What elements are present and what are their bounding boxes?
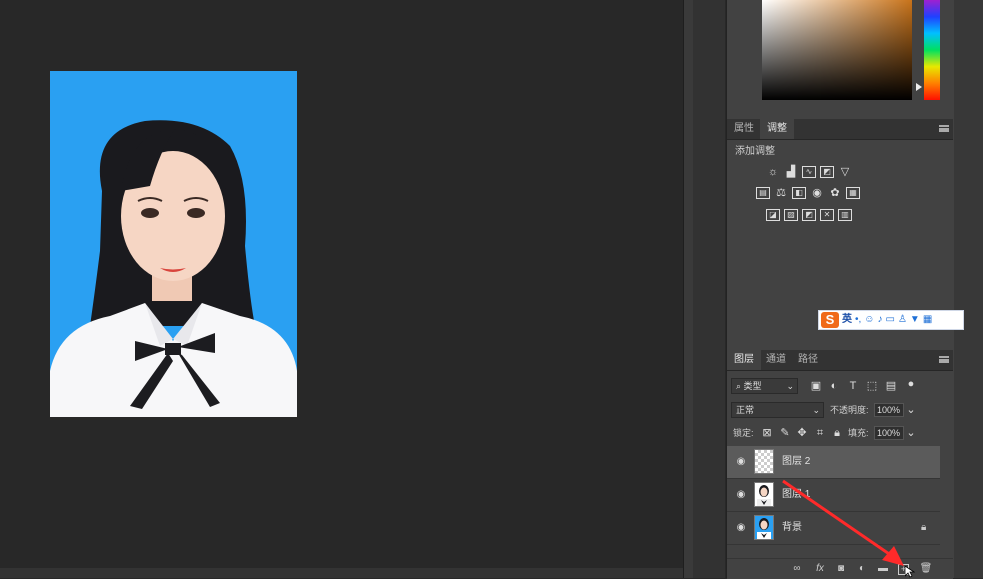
chevron-down-icon: ⌄ — [786, 381, 794, 391]
lock-paint-icon[interactable]: ✎ — [778, 426, 792, 440]
keyboard-icon[interactable]: ▭ — [886, 312, 895, 328]
color-picker-field[interactable] — [762, 0, 912, 100]
opacity-input[interactable]: 100% — [874, 403, 904, 417]
hue-marker-icon[interactable] — [916, 83, 922, 91]
punctuation-icon[interactable]: •, — [855, 312, 861, 328]
add-adjustment-label: 添加调整 — [735, 146, 775, 157]
new-group-folder-icon[interactable]: ▬ — [876, 562, 890, 576]
search-icon: ⌕ — [736, 381, 744, 391]
lock-label: 锁定: — [733, 428, 754, 438]
type-filter-icon[interactable]: T — [846, 379, 860, 393]
photo-filter-icon[interactable]: ◉ — [810, 187, 824, 199]
adjustment-row-3: ◪ ▨ ◩ ✕ ▥ — [766, 209, 852, 221]
blend-mode-value: 正常 — [736, 405, 755, 415]
mouse-pointer-icon — [905, 566, 915, 578]
posterize-icon[interactable]: ▨ — [784, 209, 798, 221]
layer-row[interactable]: ◉ 图层 1 — [727, 479, 940, 512]
curves-icon[interactable]: ∿ — [802, 166, 816, 178]
blend-mode-select[interactable]: 正常 ⌄ — [731, 402, 824, 418]
tab-layers[interactable]: 图层 — [727, 350, 761, 370]
adjustment-row-2: ▤ ⚖ ◧ ◉ ✿ ▦ — [756, 187, 860, 199]
brightness-contrast-icon[interactable]: ☼ — [766, 166, 780, 178]
fill-label: 填充: — [848, 428, 869, 438]
pixel-filter-icon[interactable]: ▣ — [809, 379, 823, 393]
color-lookup-icon[interactable]: ▦ — [846, 187, 860, 199]
lock-all-icon[interactable]: 🔒︎ — [830, 426, 844, 440]
fill-input[interactable]: 100% — [874, 426, 904, 440]
layer-thumbnail — [754, 449, 774, 474]
ime-logo[interactable]: S — [821, 312, 839, 328]
id-photo-image — [50, 71, 297, 417]
fill-chevron-icon[interactable]: ⌄ — [904, 426, 918, 440]
lock-artboard-icon[interactable]: ⌗ — [813, 426, 827, 440]
visibility-eye-icon[interactable]: ◉ — [735, 489, 747, 501]
selective-color-icon[interactable]: ✕ — [820, 209, 834, 221]
adjustment-filter-icon[interactable]: ◐ — [827, 379, 841, 393]
layer-row[interactable]: ◉ 图层 2 — [727, 446, 940, 479]
color-balance-icon[interactable]: ⚖ — [774, 187, 788, 199]
opacity-chevron-icon[interactable]: ⌄ — [904, 403, 918, 417]
microphone-icon[interactable]: ♪ — [878, 312, 883, 328]
layer-name[interactable]: 图层 1 — [782, 488, 810, 502]
adjustments-tab-row: 属性 调整 — [727, 119, 953, 140]
hue-saturation-icon[interactable]: ▤ — [756, 187, 770, 199]
adjustment-row-1: ☼ ▟ ∿ ◩ ▽ — [766, 166, 852, 178]
ime-language-toggle[interactable]: 英 — [842, 312, 852, 328]
horizontal-scrollbar[interactable] — [0, 568, 683, 578]
threshold-icon[interactable]: ◩ — [802, 209, 816, 221]
skin-icon[interactable]: ▼ — [910, 312, 920, 328]
tab-adjustments[interactable]: 调整 — [760, 119, 794, 139]
layer-thumbnail — [754, 515, 774, 540]
black-white-icon[interactable]: ◧ — [792, 187, 806, 199]
layer-row[interactable]: ◉ 背景 🔒︎ — [727, 512, 940, 545]
user-icon[interactable]: ♙ — [898, 312, 907, 328]
layer-name[interactable]: 背景 — [782, 521, 802, 535]
lock-move-icon[interactable]: ✥ — [795, 426, 809, 440]
invert-icon[interactable]: ◪ — [766, 209, 780, 221]
visibility-eye-icon[interactable]: ◉ — [735, 522, 747, 534]
tab-properties[interactable]: 属性 — [727, 119, 761, 139]
filter-kind-value: 类型 — [743, 381, 762, 391]
levels-icon[interactable]: ▟ — [784, 166, 798, 178]
layer-filter-select[interactable]: ⌕ 类型 ⌄ — [731, 378, 798, 394]
opacity-label: 不透明度: — [830, 405, 869, 415]
right-dock-strip — [954, 0, 983, 578]
hue-slider[interactable] — [924, 0, 940, 100]
shape-filter-icon[interactable]: ⬚ — [865, 379, 879, 393]
tab-paths[interactable]: 路径 — [791, 350, 825, 370]
layer-thumbnail — [754, 482, 774, 507]
layers-menu-icon[interactable] — [939, 356, 949, 363]
layers-bottom-bar: ∞ fx ◙ ◐ ▬ + 🗑︎ — [727, 558, 953, 579]
exposure-icon[interactable]: ◩ — [820, 166, 834, 178]
panel-menu-icon[interactable] — [939, 125, 949, 132]
lock-transparent-icon[interactable]: ⊠ — [760, 426, 774, 440]
collapsed-dock-strip — [693, 0, 725, 578]
channel-mixer-icon[interactable]: ✿ — [828, 187, 842, 199]
emoji-icon[interactable]: ☺ — [864, 312, 874, 328]
visibility-eye-icon[interactable]: ◉ — [735, 456, 747, 468]
layer-style-fx-icon[interactable]: fx — [813, 562, 827, 576]
layer-name[interactable]: 图层 2 — [782, 455, 810, 469]
vibrance-triangle-icon[interactable]: ▽ — [838, 166, 852, 178]
lock-icon: 🔒︎ — [921, 522, 927, 533]
chevron-down-icon: ⌄ — [812, 405, 820, 415]
toolbox-icon[interactable]: ▦ — [923, 312, 932, 328]
filter-toggle-icon[interactable]: ● — [904, 377, 918, 391]
ime-toolbar[interactable]: S 英 •, ☺ ♪ ▭ ♙ ▼ ▦ — [818, 310, 964, 330]
add-mask-icon[interactable]: ◙ — [834, 562, 848, 576]
tab-channels[interactable]: 通道 — [759, 350, 793, 370]
layers-tab-row: 图层 通道 路径 — [727, 350, 953, 371]
smart-object-filter-icon[interactable]: ▤ — [884, 379, 898, 393]
portrait-illustration — [50, 71, 297, 417]
delete-layer-trash-icon[interactable]: 🗑︎ — [919, 562, 933, 576]
link-layers-icon[interactable]: ∞ — [790, 562, 804, 576]
gradient-map-icon[interactable]: ▥ — [838, 209, 852, 221]
new-adjustment-layer-icon[interactable]: ◐ — [855, 562, 869, 576]
